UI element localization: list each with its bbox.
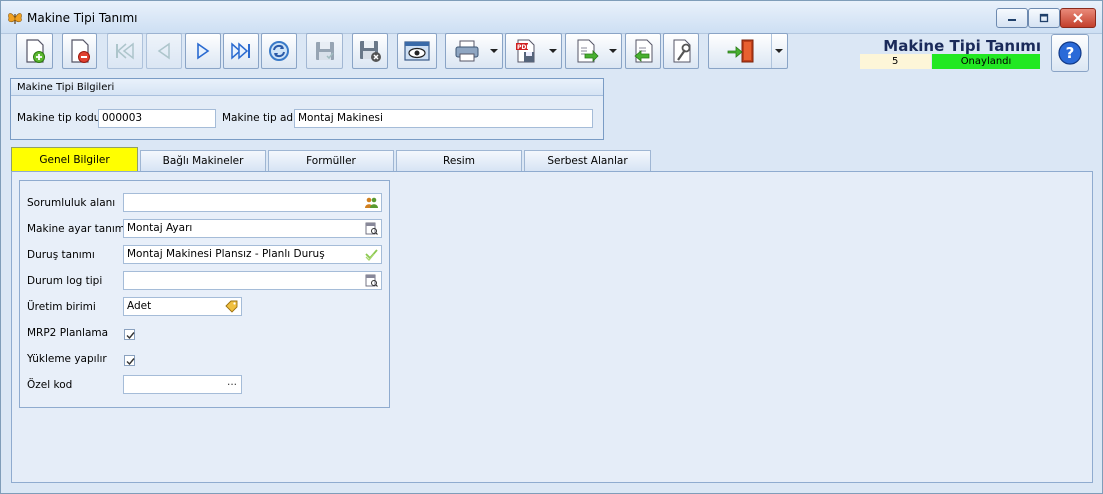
- print-button[interactable]: [445, 33, 503, 69]
- machine-setting-field[interactable]: Montaj Ayarı: [123, 219, 382, 238]
- preview-icon: [404, 41, 430, 61]
- tab-free-fields[interactable]: Serbest Alanlar: [524, 150, 651, 171]
- responsibility-label: Sorumluluk alanı: [27, 197, 116, 209]
- loading-checkbox[interactable]: [124, 355, 135, 366]
- record-number: 5: [860, 54, 931, 69]
- help-icon: ?: [1058, 41, 1082, 65]
- status-badge: Onaylandı: [932, 54, 1040, 69]
- log-type-field[interactable]: [123, 271, 382, 290]
- page-title: Makine Tipi Tanımı: [883, 37, 1041, 55]
- previous-record-button[interactable]: [146, 33, 182, 69]
- tab-formulas[interactable]: Formüller: [268, 150, 394, 171]
- mrp-planning-checkbox[interactable]: [124, 329, 135, 340]
- exit-door-icon: [727, 39, 754, 63]
- export-button[interactable]: [565, 33, 622, 69]
- new-record-button[interactable]: [16, 33, 53, 69]
- setting-label: Makine ayar tanımı: [27, 223, 128, 235]
- refresh-icon: [269, 41, 289, 61]
- tab-panel-general: Sorumluluk alanı Makine ayar tanımı Mont…: [11, 171, 1093, 483]
- users-icon[interactable]: [365, 196, 378, 209]
- window-title: Makine Tipi Tanımı: [27, 11, 138, 25]
- preview-button[interactable]: [397, 33, 437, 69]
- tag-icon[interactable]: [225, 300, 238, 313]
- log-type-label: Durum log tipi: [27, 275, 103, 287]
- special-code-label: Özel kod: [27, 379, 73, 391]
- save-icon: [315, 42, 334, 60]
- pdf-icon: PDF: [516, 39, 535, 63]
- import-button[interactable]: [625, 33, 661, 69]
- maximize-icon: [1039, 13, 1049, 23]
- close-icon: [1073, 13, 1083, 23]
- minimize-button[interactable]: [996, 8, 1028, 28]
- lookup-icon[interactable]: [365, 222, 378, 235]
- check-icon[interactable]: [365, 248, 378, 261]
- new-document-icon: [25, 39, 45, 63]
- refresh-button[interactable]: [261, 33, 297, 69]
- tools-button[interactable]: [663, 33, 699, 69]
- butterfly-icon: [8, 13, 22, 24]
- stop-definition-field[interactable]: Montaj Makinesi Plansız - Planlı Duruş: [123, 245, 382, 264]
- machine-type-name-field[interactable]: Montaj Makinesi: [294, 109, 593, 128]
- last-record-button[interactable]: [223, 33, 259, 69]
- lookup-icon[interactable]: [365, 274, 378, 287]
- first-icon: [116, 42, 134, 60]
- previous-icon: [157, 42, 170, 60]
- help-button[interactable]: ?: [1051, 34, 1089, 72]
- close-button[interactable]: [1060, 8, 1096, 28]
- responsibility-field[interactable]: [123, 193, 382, 212]
- tools-icon: [673, 39, 691, 63]
- load-label: Yükleme yapılır: [27, 353, 107, 365]
- save-close-button[interactable]: [352, 33, 388, 69]
- svg-text:PDF: PDF: [517, 44, 530, 51]
- tab-strip: Genel Bilgiler Bağlı Makineler Formüller…: [11, 147, 1101, 172]
- next-icon: [197, 42, 210, 60]
- group-title: Makine Tipi Bilgileri: [11, 79, 603, 96]
- app-window: Makine Tipi Tanımı PDF Makine Tipi Tanım…: [0, 0, 1103, 494]
- delete-record-button[interactable]: [62, 33, 97, 69]
- mrp-label: MRP2 Planlama: [27, 327, 109, 339]
- delete-document-icon: [70, 39, 90, 63]
- ellipsis-button[interactable]: ...: [227, 376, 237, 388]
- title-bar: Makine Tipi Tanımı: [1, 1, 1102, 34]
- export-pdf-button[interactable]: PDF: [505, 33, 562, 69]
- machine-type-name-label: Makine tip adı: [222, 112, 296, 124]
- exit-button[interactable]: [708, 33, 788, 69]
- machine-type-code-label: Makine tip kodu: [17, 112, 101, 124]
- save-close-icon: [360, 41, 381, 62]
- checkmark-icon: [126, 332, 135, 340]
- unit-label: Üretim birimi: [27, 301, 96, 313]
- tab-image[interactable]: Resim: [396, 150, 522, 171]
- first-record-button[interactable]: [107, 33, 143, 69]
- svg-text:?: ?: [1066, 44, 1075, 62]
- maximize-button[interactable]: [1028, 8, 1060, 28]
- import-icon: [634, 39, 653, 63]
- printer-icon: [455, 40, 479, 62]
- next-record-button[interactable]: [185, 33, 221, 69]
- machine-type-code-field[interactable]: 000003: [98, 109, 216, 128]
- minimize-icon: [1008, 19, 1016, 21]
- export-icon: [577, 39, 599, 63]
- general-info-panel: Sorumluluk alanı Makine ayar tanımı Mont…: [19, 180, 390, 408]
- tab-linked-machines[interactable]: Bağlı Makineler: [140, 150, 266, 171]
- checkmark-icon: [126, 358, 135, 366]
- last-icon: [231, 42, 250, 60]
- save-button[interactable]: [306, 33, 343, 69]
- special-code-field[interactable]: [123, 375, 242, 394]
- tab-general-info[interactable]: Genel Bilgiler: [11, 147, 138, 172]
- machine-type-info-group: Makine Tipi Bilgileri Makine tip kodu 00…: [10, 78, 604, 140]
- stop-label: Duruş tanımı: [27, 249, 95, 261]
